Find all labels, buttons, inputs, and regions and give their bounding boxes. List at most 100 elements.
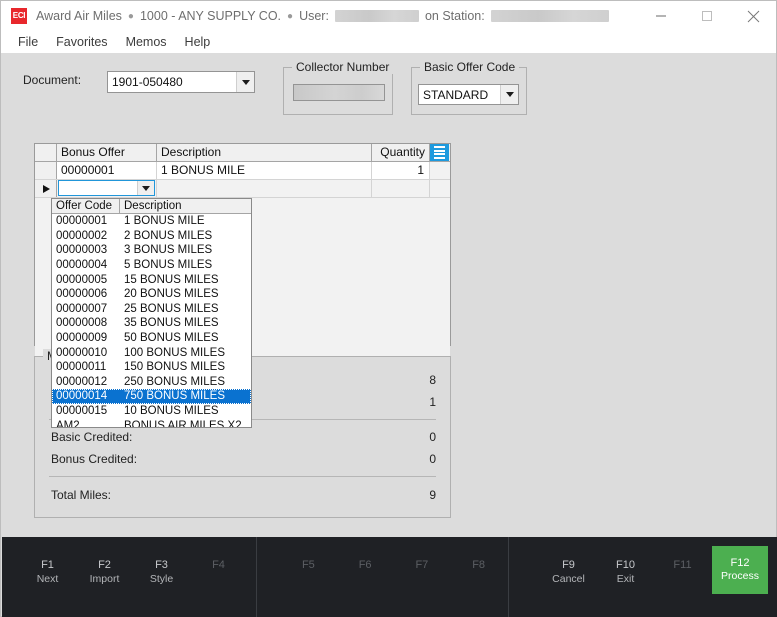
bonus-offer-cell-combo[interactable] xyxy=(58,180,155,196)
menu-item-help[interactable]: Help xyxy=(176,33,220,51)
menu-item-memos[interactable]: Memos xyxy=(117,33,176,51)
dropdown-item-description: 15 BONUS MILES xyxy=(124,273,219,286)
fkey-f12-process[interactable]: F12 Process xyxy=(712,546,768,594)
dropdown-list-item[interactable]: 00000008 35 BONUS MILES xyxy=(52,316,251,331)
dropdown-item-code: 00000007 xyxy=(56,302,108,315)
fkey-f11: F11 xyxy=(655,559,710,573)
fkey-f8-code: F8 xyxy=(472,559,486,571)
grid-row-tail xyxy=(430,180,450,197)
fkey-f12-label: Process xyxy=(721,570,759,583)
basic-offer-code-combo[interactable]: STANDARD xyxy=(418,84,519,105)
fkey-f1-label: Next xyxy=(36,572,59,585)
dropdown-item-description: BONUS AIR MILES X2 xyxy=(124,419,242,428)
document-value: 1901-050480 xyxy=(112,75,183,89)
cell-bonus-offer-editor[interactable] xyxy=(57,180,157,197)
dropdown-item-code: 00000005 xyxy=(56,273,108,286)
dropdown-list-item[interactable]: 00000003 3 BONUS MILES xyxy=(52,243,251,258)
dropdown-list-item[interactable]: 00000006 20 BONUS MILES xyxy=(52,287,251,302)
dropdown-list-item[interactable]: 00000009 50 BONUS MILES xyxy=(52,331,251,346)
dropdown-list-item[interactable]: 00000005 15 BONUS MILES xyxy=(52,272,251,287)
function-key-group-3: F9 Cancel F10 Exit F11 F12 Process xyxy=(509,537,777,617)
dropdown-item-code: 00000001 xyxy=(56,215,108,228)
menu-item-favorites[interactable]: Favorites xyxy=(47,33,116,51)
dropdown-list-item[interactable]: 00000002 2 BONUS MILES xyxy=(52,229,251,244)
dropdown-list-item[interactable]: 00000014 750 BONUS MILES xyxy=(52,389,251,404)
dropdown-item-code: 00000004 xyxy=(56,259,108,272)
dropdown-item-description: 100 BONUS MILES xyxy=(124,346,225,359)
dropdown-header-offer-code: Offer Code xyxy=(52,199,120,213)
chevron-down-icon[interactable] xyxy=(236,72,254,92)
dropdown-list-item[interactable]: 00000010 100 BONUS MILES xyxy=(52,345,251,360)
title-user-label: User: xyxy=(299,9,329,23)
grid-header-bonus-offer[interactable]: Bonus Offer xyxy=(57,144,157,161)
menu-item-file[interactable]: File xyxy=(9,33,47,51)
function-key-group-2: F5 F6 F7 F8 xyxy=(257,537,509,617)
summary-label-bonus-credited: Bonus Credited: xyxy=(51,452,138,466)
basic-offer-code-value: STANDARD xyxy=(423,87,489,102)
window-controls xyxy=(638,1,776,31)
dropdown-item-code: 00000011 xyxy=(56,361,107,374)
cell-quantity-editor[interactable] xyxy=(372,180,430,197)
dropdown-list-item[interactable]: 00000012 250 BONUS MILES xyxy=(52,375,251,390)
chevron-down-icon[interactable] xyxy=(500,85,518,104)
app-logo-icon: ECI xyxy=(11,8,27,24)
dropdown-item-description: 1 BONUS MILE xyxy=(124,215,205,228)
dropdown-item-description: 10 BONUS MILES xyxy=(124,405,219,418)
dropdown-item-code: 00000014 xyxy=(56,390,108,403)
fkey-f4: F4 xyxy=(191,559,246,573)
fkey-f8: F8 xyxy=(451,559,506,573)
dropdown-item-code: 00000006 xyxy=(56,288,108,301)
dropdown-item-description: 750 BONUS MILES xyxy=(124,390,225,403)
dropdown-list[interactable]: 00000001 1 BONUS MILE 00000002 2 BONUS MILE… xyxy=(52,214,251,428)
offer-code-dropdown[interactable]: Offer Code Description 00000001 1 BONUS M… xyxy=(51,198,252,428)
dropdown-item-description: 20 BONUS MILES xyxy=(124,288,219,301)
dropdown-list-item[interactable]: 00000004 5 BONUS MILES xyxy=(52,258,251,273)
collector-number-input[interactable] xyxy=(293,84,385,101)
dropdown-list-item[interactable]: 00000007 25 BONUS MILES xyxy=(52,302,251,317)
cell-quantity[interactable]: 1 xyxy=(372,162,430,179)
fkey-f6-code: F6 xyxy=(358,559,372,571)
title-station-label: on Station: xyxy=(424,9,485,23)
fkey-f9-cancel[interactable]: F9 Cancel xyxy=(541,559,596,586)
minimize-icon[interactable] xyxy=(638,1,684,31)
dropdown-list-item[interactable]: 00000001 1 BONUS MILE xyxy=(52,214,251,229)
title-app-name: Award Air Miles xyxy=(36,9,122,23)
fkey-f7: F7 xyxy=(395,559,450,573)
maximize-icon[interactable] xyxy=(684,1,730,31)
fkey-f4-code: F4 xyxy=(212,559,225,571)
column-chooser-icon[interactable] xyxy=(430,144,449,161)
title-separator-1: ● xyxy=(127,10,134,22)
grid-header-quantity[interactable]: Quantity xyxy=(372,144,430,161)
fkey-f2-code: F2 xyxy=(98,559,111,571)
summary-row-total-miles: Total Miles: 9 xyxy=(51,486,436,507)
dropdown-item-description: 5 BONUS MILES xyxy=(124,259,213,272)
title-user-redacted xyxy=(334,10,419,22)
summary-divider-2 xyxy=(49,476,436,477)
fkey-f1-code: F1 xyxy=(41,559,54,571)
fkey-f2-import[interactable]: F2 Import xyxy=(77,559,132,586)
grid-header-description[interactable]: Description xyxy=(157,144,372,161)
dropdown-item-description: 250 BONUS MILES xyxy=(124,375,225,388)
table-row-new[interactable] xyxy=(35,180,450,198)
document-combo[interactable]: 1901-050480 xyxy=(107,71,255,93)
fkey-f10-exit[interactable]: F10 Exit xyxy=(598,559,653,586)
cell-description[interactable]: 1 BONUS MILE xyxy=(157,162,372,179)
fkey-f3-style[interactable]: F3 Style xyxy=(134,559,189,586)
fkey-f1-next[interactable]: F1 Next xyxy=(20,559,75,586)
fkey-f6: F6 xyxy=(338,559,393,573)
window-title: Award Air Miles ● 1000 - ANY SUPPLY CO. … xyxy=(36,9,609,23)
dropdown-list-item[interactable]: 00000011 150 BONUS MILES xyxy=(52,360,251,375)
cell-bonus-offer[interactable]: 00000001 xyxy=(57,162,157,179)
close-icon[interactable] xyxy=(730,1,776,31)
chevron-down-icon[interactable] xyxy=(137,181,154,195)
dropdown-item-description: 35 BONUS MILES xyxy=(124,317,219,330)
dropdown-list-item[interactable]: 00000015 10 BONUS MILES xyxy=(52,404,251,419)
summary-label-basic-credited: Basic Credited: xyxy=(51,430,133,444)
dropdown-header-description: Description xyxy=(124,200,182,212)
summary-value-total-miles: 9 xyxy=(429,488,436,502)
table-row[interactable]: 00000001 1 BONUS MILE 1 xyxy=(35,162,450,180)
dropdown-list-item[interactable]: AM2 BONUS AIR MILES X2 xyxy=(52,418,251,428)
cell-description-editor[interactable] xyxy=(157,180,372,197)
grid-row-tail xyxy=(430,162,450,179)
title-separator-2: ● xyxy=(287,10,294,22)
